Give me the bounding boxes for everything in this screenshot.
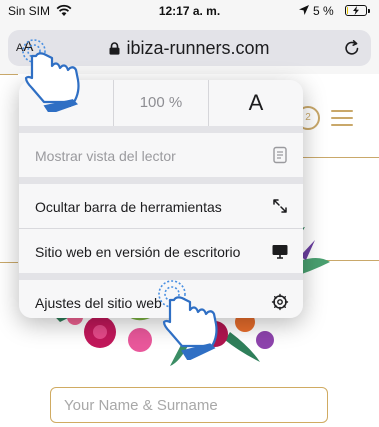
status-bar: Sin SIM 12:17 a. m. 5 % (0, 0, 379, 22)
header-divider-line (303, 157, 379, 158)
location-arrow-icon (299, 5, 309, 15)
menu-item-label: Mostrar vista del lector (35, 148, 176, 164)
reader-view-icon (273, 146, 287, 164)
bolt-icon (353, 6, 359, 15)
menu-item-label: Ocultar barra de herramientas (35, 199, 222, 215)
increase-text-size-button[interactable]: A (209, 80, 303, 126)
desktop-icon (272, 245, 288, 259)
menu-item-label: Sitio web en versión de escritorio (35, 244, 241, 260)
hamburger-menu-icon[interactable] (330, 108, 354, 128)
battery-percent: 5 % (313, 4, 334, 18)
menu-item-reader-view[interactable]: Mostrar vista del lector (19, 133, 303, 177)
menu-item-hide-toolbar[interactable]: Ocultar barra de herramientas (19, 184, 303, 228)
menu-item-desktop-site[interactable]: Sitio web en versión de escritorio (19, 229, 303, 273)
menu-group-gap (19, 177, 303, 184)
battery-level-fill (347, 7, 348, 14)
name-surname-input[interactable] (50, 387, 328, 423)
battery-charging-icon (345, 5, 370, 16)
collapse-arrows-icon (273, 199, 287, 213)
zoom-level[interactable]: 100 % (114, 80, 208, 126)
url-text: ibiza-runners.com (126, 38, 270, 58)
menu-group-gap (19, 126, 303, 133)
menu-item-label: Ajustes del sitio web (35, 295, 162, 311)
lock-icon (109, 42, 120, 55)
tap-hand-icon (22, 39, 80, 112)
tap-hand-icon (158, 280, 218, 360)
gear-icon (271, 293, 289, 311)
decorative-line (0, 262, 18, 263)
reload-icon[interactable] (343, 39, 361, 57)
